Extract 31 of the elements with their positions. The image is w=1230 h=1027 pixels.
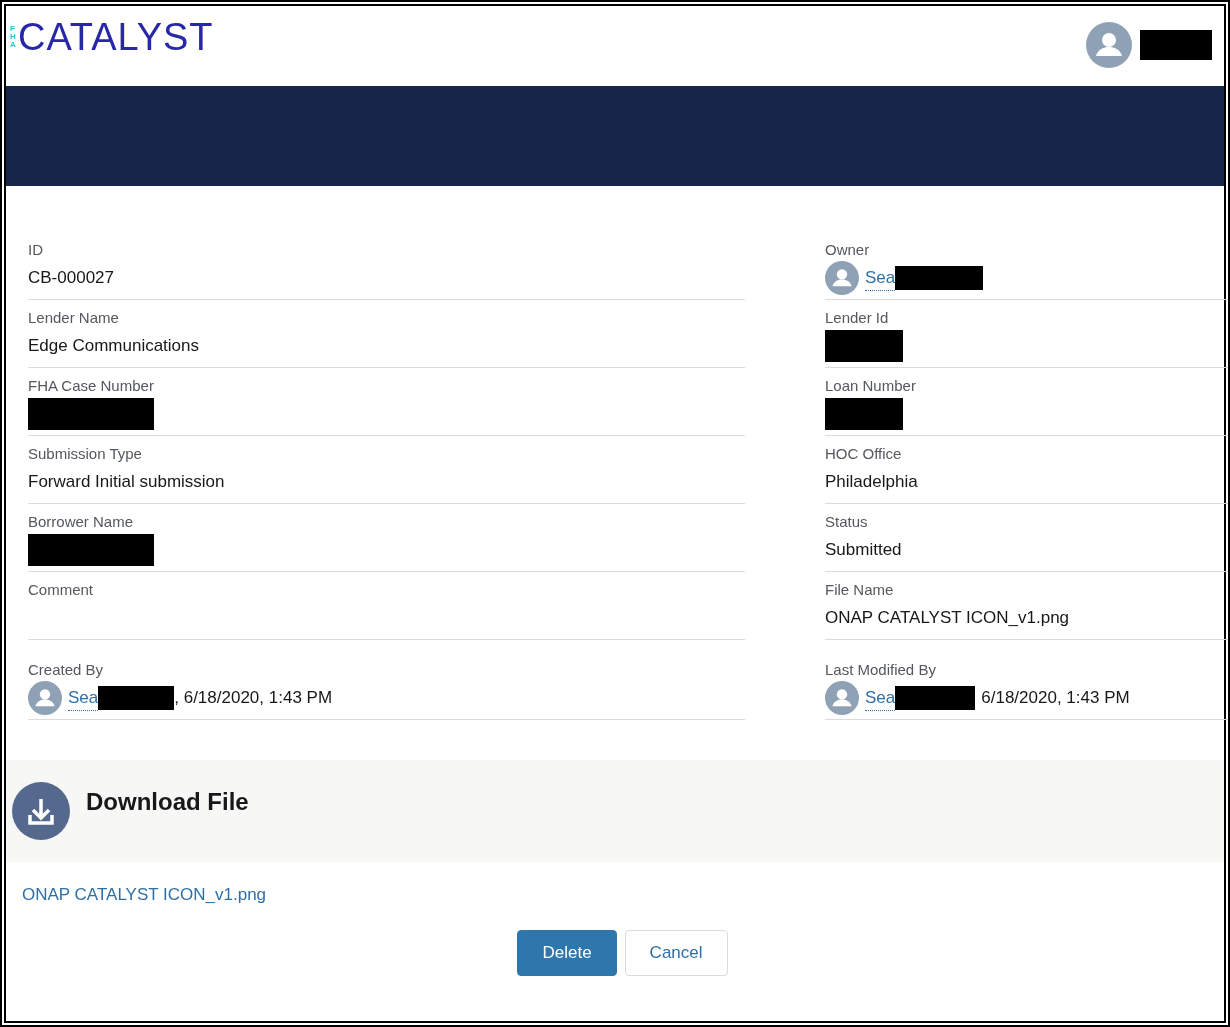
- field-value: CB-000027: [28, 267, 114, 290]
- avatar-icon: [825, 681, 859, 715]
- field-label: File Name: [825, 580, 895, 600]
- timestamp: , 6/18/2020, 1:43 PM: [174, 687, 333, 710]
- delete-button[interactable]: Delete: [517, 929, 617, 976]
- field-value: Philadelphia: [825, 471, 918, 494]
- field-label: Lender Name: [28, 308, 120, 328]
- field-label: Submission Type: [28, 444, 143, 464]
- field-label: Created By: [28, 660, 105, 680]
- section-title: Download File: [86, 787, 249, 817]
- field-label: ID: [28, 240, 44, 260]
- field-label: Borrower Name: [28, 512, 135, 532]
- download-icon: [12, 782, 70, 840]
- field-label: Status: [825, 512, 869, 532]
- field-value: Submitted: [825, 539, 902, 562]
- field-label: Lender Id: [825, 308, 890, 328]
- field-value: Forward Initial submission: [28, 471, 225, 494]
- cancel-button[interactable]: Cancel: [624, 929, 728, 976]
- field-label: FHA Case Number: [28, 376, 155, 396]
- avatar-icon: [825, 261, 859, 295]
- field-label: HOC Office: [825, 444, 903, 464]
- field-value: Edge Communications: [28, 335, 200, 358]
- field-value: ONAP CATALYST ICON_v1.png: [825, 607, 1070, 630]
- avatar-icon[interactable]: [1086, 22, 1132, 68]
- field-label: Loan Number: [825, 376, 917, 396]
- field-label: Comment: [28, 580, 95, 600]
- avatar-icon: [28, 681, 62, 715]
- field-label: Owner: [825, 240, 871, 260]
- field-label: Last Modified By: [825, 660, 937, 680]
- file-link[interactable]: ONAP CATALYST ICON_v1.png: [22, 885, 267, 904]
- timestamp: 6/18/2020, 1:43 PM: [981, 687, 1130, 710]
